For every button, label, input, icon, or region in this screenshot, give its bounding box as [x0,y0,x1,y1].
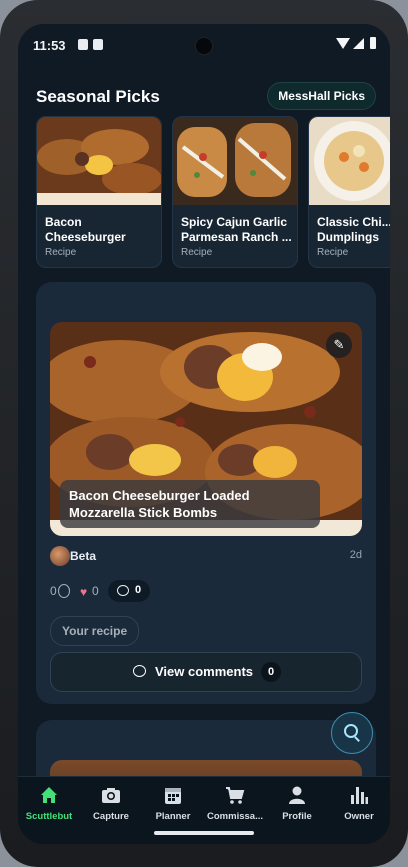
seasonal-header: Seasonal Picks MessHall Picks [18,82,390,112]
nav-item-commissary[interactable]: Commissa... [204,777,266,829]
calendar-icon [165,788,181,804]
post-age: 2d [349,549,362,561]
seasonal-picks-carousel[interactable]: Bacon Cheeseburger Loa... Recipe Spicy C… [36,116,390,268]
pick-title: Spicy Cajun Garlic Parmesan Ranch ... [181,215,292,244]
nav-label: Scuttlebut [25,811,73,822]
pick-subtitle: Recipe [317,247,349,258]
nav-label: Capture [93,811,129,822]
search-button[interactable] [331,712,373,754]
home-icon [41,787,57,803]
app-screen: 11:53 Seasonal Picks MessHall Picks Baco… [18,24,390,844]
comments-count: 0 [135,584,142,596]
nav-label: Commissa... [207,811,263,822]
comments-chip[interactable]: 0 [108,580,150,602]
heart-icon[interactable]: ♥ [80,585,87,599]
bar-chart-icon [351,787,368,804]
comment-icon [133,665,146,677]
status-time: 11:53 [33,38,66,53]
nav-item-profile[interactable]: Profile [266,777,328,829]
nav-label: Planner [155,811,191,822]
phone-frame: 11:53 Seasonal Picks MessHall Picks Baco… [0,0,408,867]
nav-item-capture[interactable]: Capture [80,777,142,829]
feed-post-card: ✎ Bacon Cheeseburger Loaded Mozzarella S… [36,282,376,704]
pick-title: Classic Chi... Dumplings [317,215,390,244]
edit-icon[interactable]: ✎ [326,332,352,358]
front-camera [194,36,214,56]
avatar[interactable] [50,546,70,566]
sim-icon [78,39,88,50]
nav-label: Owner [344,811,374,822]
pick-thumbnail [309,117,390,205]
pick-card[interactable]: Bacon Cheeseburger Loa... Recipe [36,116,162,268]
search-icon-handle [354,736,360,742]
post-image[interactable]: ✎ Bacon Cheeseburger Loaded Mozzarella S… [50,322,362,536]
status-bar: 11:53 [18,24,390,66]
messhall-picks-button[interactable]: MessHall Picks [267,82,376,110]
pick-thumbnail [37,117,161,205]
nav-label: Profile [282,811,312,822]
seasonal-title: Seasonal Picks [36,87,160,106]
bottom-navigation: Scuttlebut Capture Planner Commissa... P… [18,776,390,844]
gesture-bar[interactable] [154,831,254,835]
pick-thumbnail [173,117,297,205]
like-count: 0 [92,584,99,598]
medal-icon[interactable] [58,584,70,598]
view-comments-button[interactable]: View comments 0 [50,652,362,692]
your-recipe-button[interactable]: Your recipe [50,616,140,646]
post-stats: 0 ♥ 0 0 [50,580,350,604]
pick-subtitle: Recipe [45,247,77,258]
nav-item-owner[interactable]: Owner [328,777,390,829]
notification-icon [93,39,103,50]
post-caption: Bacon Cheeseburger Loaded Mozzarella Sti… [60,480,320,528]
pick-card[interactable]: Classic Chi... Dumplings Recipe [308,116,390,268]
view-comments-count: 0 [261,662,281,682]
signal-icon [353,38,364,49]
nav-item-planner[interactable]: Planner [142,777,204,829]
pick-card[interactable]: Spicy Cajun Garlic Parmesan Ranch ... Re… [172,116,298,268]
cart-icon [226,787,245,804]
camera-icon [102,788,120,803]
comment-icon [117,585,129,596]
battery-icon [370,37,376,49]
wifi-icon [336,38,350,49]
view-comments-label: View comments [155,664,254,679]
medal-count: 0 [50,584,57,598]
nav-item-scuttlebut[interactable]: Scuttlebut [18,777,80,829]
person-icon [289,786,305,804]
pick-title: Bacon Cheeseburger Loa... [45,215,126,244]
pick-subtitle: Recipe [181,247,213,258]
author-name[interactable]: Beta [70,549,96,563]
